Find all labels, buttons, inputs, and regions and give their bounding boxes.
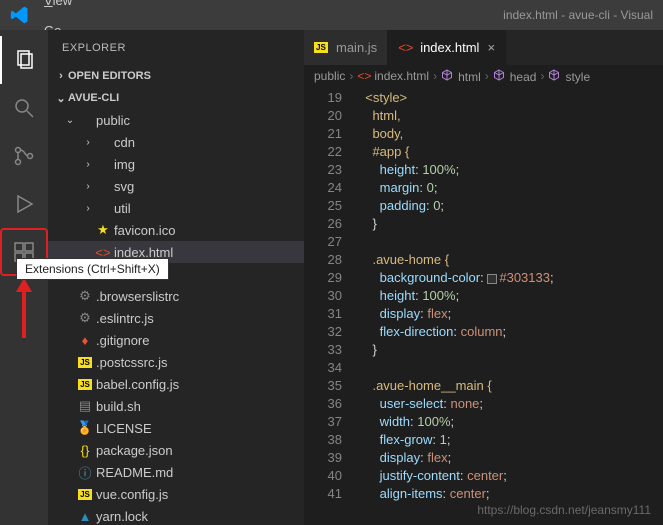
explorer-icon[interactable] — [0, 36, 48, 84]
tree-label: babel.config.js — [96, 377, 179, 392]
file-icon: JS — [314, 42, 330, 53]
file-icon: JS — [76, 357, 94, 368]
file-icon: ⚙ — [76, 310, 94, 326]
chevron-right-icon: › — [485, 69, 489, 83]
folder-svg[interactable]: › svg — [48, 175, 304, 197]
file-favicon[interactable]: ★favicon.ico — [48, 219, 304, 241]
crumb-icon: <> — [357, 69, 371, 83]
tree-label: svg — [114, 179, 134, 194]
file-icon: ⓘ — [76, 463, 94, 482]
file-icon: ▲ — [76, 509, 94, 524]
file-babel[interactable]: JSbabel.config.js — [48, 373, 304, 395]
tab-label: main.js — [336, 40, 377, 55]
tree-label: README.md — [96, 465, 173, 480]
tab-index-html[interactable]: <> index.html × — [388, 30, 506, 65]
tree-label: img — [114, 157, 135, 172]
file-readme[interactable]: ⓘREADME.md — [48, 461, 304, 483]
folder-util[interactable]: › util — [48, 197, 304, 219]
crumb-icon — [548, 69, 562, 81]
tree-label: cdn — [114, 135, 135, 150]
breadcrumbs[interactable]: public›<>index.html›html›head›style — [304, 65, 663, 87]
chevron-right-icon: › — [54, 70, 68, 82]
tree-label: .eslintrc.js — [96, 311, 154, 326]
chevron-down-icon: ⌄ — [54, 92, 68, 105]
extensions-tooltip: Extensions (Ctrl+Shift+X) — [16, 258, 169, 280]
chevron-icon: ⌄ — [64, 115, 76, 126]
file-icon: ⚙ — [76, 288, 94, 304]
file-tree: ⌄public›cdn›img›svg›util★favicon.ico<>in… — [48, 109, 304, 525]
source-control-icon[interactable] — [0, 132, 48, 180]
project-section[interactable]: ⌄AVUE-CLI — [48, 87, 304, 109]
breadcrumb-public[interactable]: public — [314, 69, 345, 83]
file-icon: JS — [76, 379, 94, 390]
file-icon: ♦ — [76, 333, 94, 348]
editor: JSmain.js<>index.html× public›<>index.ht… — [304, 30, 663, 525]
tree-label: package.json — [96, 443, 173, 458]
tree-label: vue.config.js — [96, 487, 168, 502]
search-icon[interactable] — [0, 84, 48, 132]
tree-label: yarn.lock — [96, 509, 148, 524]
file-icon: {} — [76, 443, 94, 458]
file-gitignore[interactable]: ♦.gitignore — [48, 329, 304, 351]
annotation-arrow-icon — [14, 278, 34, 338]
debug-icon[interactable] — [0, 180, 48, 228]
tab-label: index.html — [420, 40, 479, 55]
file-postcss[interactable]: JS.postcssrc.js — [48, 351, 304, 373]
file-license[interactable]: 🏅LICENSE — [48, 417, 304, 439]
tree-label: .browserslistrc — [96, 289, 179, 304]
file-icon: <> — [398, 40, 414, 55]
breadcrumb-head[interactable]: head — [493, 69, 537, 84]
line-numbers: 1920212223242526272829303132333435363738… — [304, 87, 358, 525]
close-icon[interactable]: × — [487, 40, 495, 55]
menu-view[interactable]: View — [36, 0, 105, 15]
tree-label: favicon.ico — [114, 223, 175, 238]
tab-main-js[interactable]: JS main.js — [304, 30, 388, 65]
tree-label: public — [96, 113, 130, 128]
file-icon: 🏅 — [76, 420, 94, 436]
chevron-right-icon: › — [349, 69, 353, 83]
file-browserslist[interactable]: ⚙.browserslistrc — [48, 285, 304, 307]
file-icon: ▤ — [76, 398, 94, 414]
editor-tabs: JS main.js <> index.html × — [304, 30, 663, 65]
code-lines[interactable]: <style> html, body, #app { height: 100%;… — [358, 87, 663, 525]
file-yarnlock[interactable]: ▲yarn.lock — [48, 505, 304, 525]
watermark: https://blog.csdn.net/jeansmy111 — [477, 503, 651, 517]
file-vueconfig[interactable]: JSvue.config.js — [48, 483, 304, 505]
tree-label: .gitignore — [96, 333, 149, 348]
vscode-logo-icon — [10, 5, 30, 25]
file-build[interactable]: ▤build.sh — [48, 395, 304, 417]
code-area[interactable]: 1920212223242526272829303132333435363738… — [304, 87, 663, 525]
tree-label: LICENSE — [96, 421, 152, 436]
crumb-icon — [441, 69, 455, 81]
crumb-icon — [493, 69, 507, 81]
folder-public[interactable]: ⌄ public — [48, 109, 304, 131]
menubar: FileEditSelectionViewGoRunTerminalHelp i… — [0, 0, 663, 30]
file-icon: JS — [76, 489, 94, 500]
file-package[interactable]: {}package.json — [48, 439, 304, 461]
open-editors-section[interactable]: ›OPEN EDITORS — [48, 65, 304, 87]
file-icon: ★ — [94, 222, 112, 238]
chevron-icon: › — [82, 181, 94, 192]
sidebar-title: EXPLORER — [48, 30, 304, 65]
chevron-icon: › — [82, 137, 94, 148]
tree-label: .postcssrc.js — [96, 355, 168, 370]
folder-cdn[interactable]: › cdn — [48, 131, 304, 153]
breadcrumb-html[interactable]: html — [441, 69, 481, 84]
tree-label: build.sh — [96, 399, 141, 414]
breadcrumb-index.html[interactable]: <>index.html — [357, 69, 429, 83]
chevron-right-icon: › — [433, 69, 437, 83]
tree-label: util — [114, 201, 131, 216]
file-eslintrc[interactable]: ⚙.eslintrc.js — [48, 307, 304, 329]
chevron-icon: › — [82, 159, 94, 170]
folder-img[interactable]: › img — [48, 153, 304, 175]
breadcrumb-style[interactable]: style — [548, 69, 590, 84]
chevron-icon: › — [82, 203, 94, 214]
chevron-right-icon: › — [540, 69, 544, 83]
window-title: index.html - avue-cli - Visual — [503, 8, 659, 22]
